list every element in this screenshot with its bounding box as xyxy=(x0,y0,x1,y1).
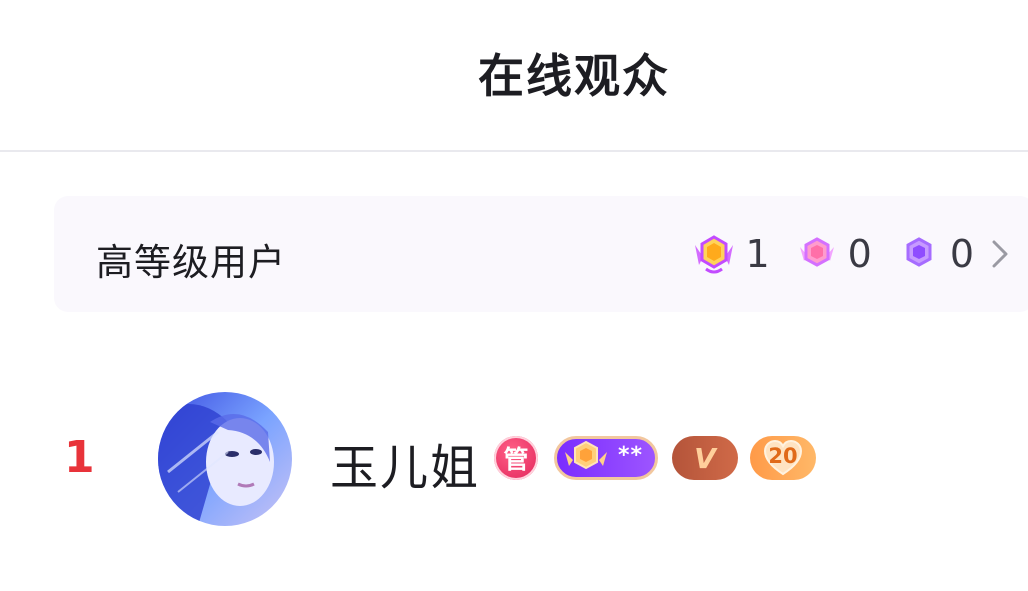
gold-rank-badge-icon xyxy=(695,235,734,274)
vip-badge-text: V xyxy=(694,441,716,475)
admin-badge-text: 管 xyxy=(503,445,529,474)
level-stars: ** xyxy=(617,443,643,468)
level-gem-icon xyxy=(565,440,607,470)
fan-level-badge: 20 xyxy=(750,436,816,480)
fan-level-number: 20 xyxy=(768,444,798,468)
high-level-users-entry[interactable]: 高等级用户 1 0 0 xyxy=(54,196,1028,312)
avatar-image xyxy=(158,392,292,526)
chevron-right-icon[interactable] xyxy=(988,234,1012,274)
viewer-rank: 1 xyxy=(64,432,95,483)
admin-badge: 管 xyxy=(494,436,538,480)
stat-gold: 1 xyxy=(691,231,770,277)
page-title: 在线观众 xyxy=(478,49,670,103)
pink-rank-badge-icon xyxy=(799,237,834,267)
stat-count: 1 xyxy=(745,232,770,276)
stat-purple: 0 xyxy=(896,231,974,277)
stat-count: 0 xyxy=(949,232,974,276)
vip-badge: V xyxy=(672,436,738,480)
header: 在线观众 xyxy=(0,0,1028,152)
viewer-badges: 管 ** V 20 xyxy=(494,434,816,482)
stat-pink: 0 xyxy=(794,231,872,277)
viewer-name: 玉儿姐 xyxy=(330,440,481,496)
online-audience-page: 在线观众 高等级用户 1 0 0 1 玉儿姐 管 ** V 20 xyxy=(0,0,1028,591)
purple-rank-badge-icon xyxy=(906,237,932,267)
high-level-stats: 1 0 0 xyxy=(691,226,1012,282)
level-badge: ** xyxy=(554,436,658,480)
high-level-users-label: 高等级用户 xyxy=(96,241,286,284)
viewer-list-item[interactable]: 1 玉儿姐 管 ** V 20 xyxy=(0,388,1028,528)
avatar[interactable] xyxy=(158,392,292,526)
stat-count: 0 xyxy=(847,232,872,276)
